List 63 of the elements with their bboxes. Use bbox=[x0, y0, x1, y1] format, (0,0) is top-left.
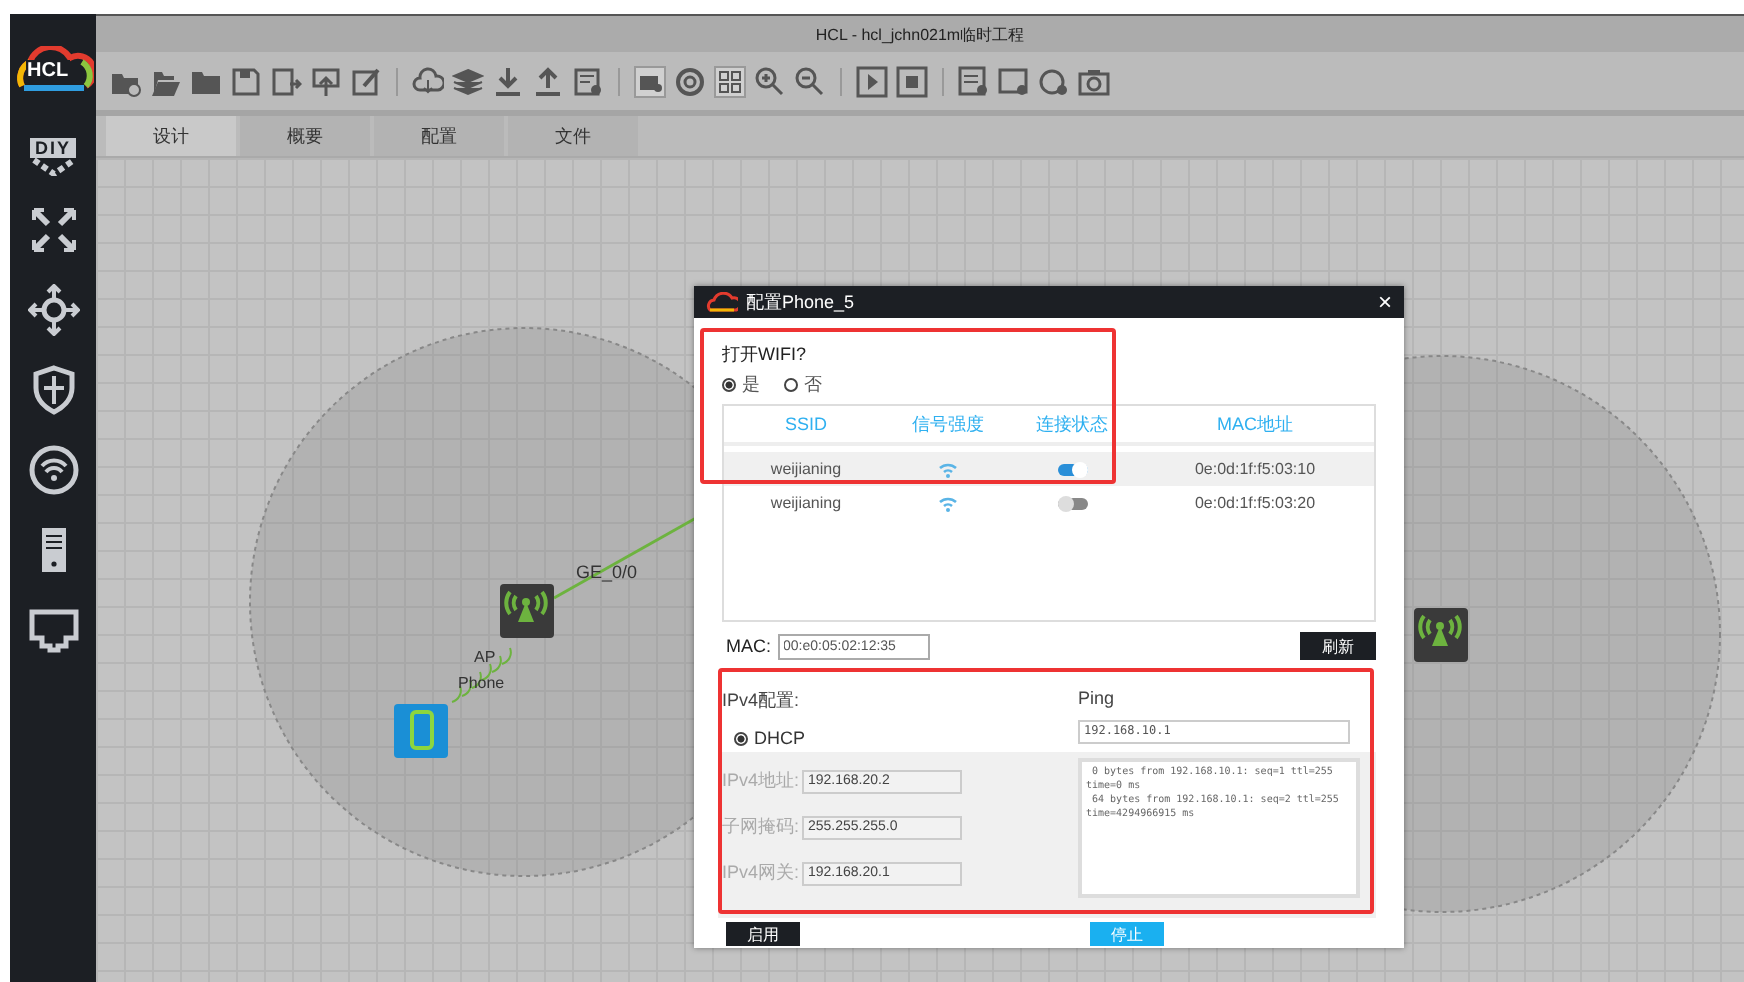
edit-icon[interactable] bbox=[350, 65, 382, 97]
export-icon[interactable] bbox=[310, 65, 342, 97]
mac-label: MAC: bbox=[726, 636, 771, 656]
download-icon[interactable] bbox=[492, 65, 524, 97]
field-label: 子网掩码: bbox=[722, 814, 802, 840]
connection-toggle[interactable] bbox=[1057, 463, 1087, 475]
connection-toggle[interactable] bbox=[1057, 497, 1087, 509]
camera-icon[interactable] bbox=[1078, 65, 1110, 97]
column-header: 信号强度 bbox=[910, 411, 986, 437]
lifebuoy-icon[interactable] bbox=[674, 65, 706, 97]
table-cell-text: weijianing bbox=[768, 494, 844, 512]
field-label: IPv4网关: bbox=[722, 860, 802, 886]
radio-button[interactable]: 是 bbox=[722, 372, 760, 398]
wifi-icon[interactable] bbox=[27, 444, 79, 496]
router-icon[interactable] bbox=[27, 204, 79, 256]
column-header: MAC地址 bbox=[1215, 411, 1295, 437]
ethernet-port-icon[interactable] bbox=[27, 604, 79, 656]
tab[interactable]: 概要 bbox=[240, 116, 370, 156]
tab[interactable]: 文件 bbox=[508, 116, 638, 156]
field-label: IPv4地址: bbox=[722, 768, 802, 794]
table-cell-text: 0e:0d:1f:f5:03:10 bbox=[1192, 460, 1318, 478]
table-cell-text: weijianing bbox=[768, 460, 844, 478]
stop-icon[interactable] bbox=[896, 65, 928, 97]
signal-icon bbox=[938, 461, 958, 477]
close-icon[interactable]: × bbox=[1377, 290, 1392, 314]
tab[interactable]: 设计 bbox=[106, 116, 236, 156]
window-title: HCL - hcl_jchn021m临时工程 bbox=[815, 23, 1025, 45]
section-title: Ping bbox=[1078, 688, 1117, 708]
diy-button[interactable]: DIY bbox=[27, 138, 79, 176]
link-line bbox=[553, 516, 697, 600]
play-icon[interactable] bbox=[856, 65, 888, 97]
dialog-button[interactable]: 启用 bbox=[726, 922, 800, 946]
zoom-in-icon[interactable] bbox=[754, 65, 786, 97]
cloud-icon[interactable] bbox=[412, 65, 444, 97]
save-as-icon[interactable] bbox=[270, 65, 302, 97]
device-label: AP bbox=[474, 648, 496, 666]
table-cell-text: 0e:0d:1f:f5:03:20 bbox=[1192, 494, 1318, 512]
document-icon[interactable] bbox=[572, 65, 604, 97]
column-header: SSID bbox=[782, 414, 829, 434]
access-point-icon[interactable] bbox=[500, 584, 554, 638]
tab[interactable]: 配置 bbox=[374, 116, 504, 156]
signal-icon bbox=[938, 495, 958, 511]
upload-icon[interactable] bbox=[532, 65, 564, 97]
refresh-button[interactable]: 刷新 bbox=[1300, 632, 1376, 660]
radio-button[interactable]: 否 bbox=[784, 372, 822, 398]
circle-add-icon[interactable] bbox=[1038, 65, 1070, 97]
column-header: 连接状态 bbox=[1034, 411, 1110, 437]
image-icon[interactable] bbox=[634, 65, 666, 97]
zoom-out-icon[interactable] bbox=[794, 65, 826, 97]
save-icon[interactable] bbox=[230, 65, 262, 97]
wifi-row[interactable]: weijianing 0e:0d:1f:f5:03:10 bbox=[724, 452, 1374, 486]
dialog-title: 配置Phone_5 bbox=[746, 289, 857, 315]
layers-icon[interactable] bbox=[452, 65, 484, 97]
section-title: IPv4配置: bbox=[722, 688, 802, 714]
wifi-row[interactable]: weijianing 0e:0d:1f:f5:03:20 bbox=[724, 486, 1374, 520]
list-icon[interactable] bbox=[958, 65, 990, 97]
hcl-logo: HCL bbox=[13, 46, 93, 98]
access-point-icon[interactable] bbox=[1414, 608, 1468, 662]
window-add-icon[interactable] bbox=[998, 65, 1030, 97]
wifi-question: 打开WIFI? bbox=[722, 342, 808, 366]
cloud-logo-icon bbox=[706, 292, 738, 312]
grid-icon[interactable] bbox=[714, 65, 746, 97]
switch-icon[interactable] bbox=[27, 284, 79, 336]
